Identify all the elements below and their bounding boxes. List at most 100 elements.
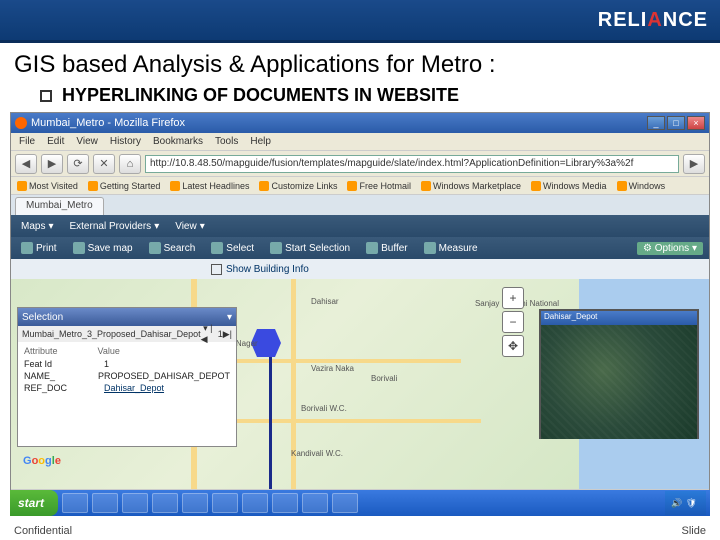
select-button[interactable]: Select (207, 241, 258, 255)
browser-menubar: File Edit View History Bookmarks Tools H… (11, 133, 709, 151)
close-button[interactable]: × (687, 116, 705, 130)
menu-app-view[interactable]: View ▾ (171, 220, 209, 233)
place-label: Dahisar (311, 297, 339, 306)
google-logo: Google (23, 455, 61, 467)
brand-header: RELIANCE (0, 0, 720, 40)
back-button[interactable]: ◀ (15, 154, 37, 174)
zoom-in-button[interactable]: + (502, 287, 524, 309)
slide-bullet-text: HYPERLINKING OF DOCUMENTS IN WEBSITE (62, 85, 459, 106)
place-label: Borivali W.C. (301, 404, 347, 413)
tab-mumbai-metro[interactable]: Mumbai_Metro (15, 197, 104, 215)
show-building-label: Show Building Info (226, 264, 309, 275)
place-label: Vazira Naka (311, 364, 354, 373)
printer-icon (21, 242, 33, 254)
forward-button[interactable]: ▶ (41, 154, 63, 174)
menu-maps[interactable]: Maps ▾ (17, 220, 57, 233)
taskbar-item[interactable] (332, 493, 358, 513)
toggle-row: Show Building Info (11, 259, 709, 279)
menu-tools[interactable]: Tools (215, 136, 238, 147)
pan-button[interactable]: ✥ (502, 335, 524, 357)
place-label: Borivali (371, 374, 397, 383)
slide-title: GIS based Analysis & Applications for Me… (0, 43, 720, 81)
cursor-icon (211, 242, 223, 254)
satellite-overlay[interactable]: Dahisar_Depot (539, 309, 699, 439)
taskbar-item[interactable] (302, 493, 328, 513)
bookmark-icon (170, 181, 180, 191)
window-title: Mumbai_Metro - Mozilla Firefox (31, 117, 185, 129)
bookmark-headlines[interactable]: Latest Headlines (170, 181, 249, 191)
stop-button[interactable]: ✕ (93, 154, 115, 174)
minimize-button[interactable]: _ (647, 116, 665, 130)
print-button[interactable]: Print (17, 241, 61, 255)
options-button[interactable]: ⚙ Options ▾ (637, 242, 703, 255)
taskbar-item[interactable] (212, 493, 238, 513)
tray-icon[interactable]: 🛡 (686, 498, 697, 509)
bookmarks-bar: Most Visited Getting Started Latest Head… (11, 177, 709, 195)
show-building-checkbox[interactable] (211, 264, 222, 275)
bookmark-icon (347, 181, 357, 191)
attr-row: NAME_PROPOSED_DAHISAR_DEPOT (24, 370, 230, 382)
menu-external-providers[interactable]: External Providers ▾ (65, 220, 163, 233)
bookmark-hotmail[interactable]: Free Hotmail (347, 181, 411, 191)
attr-row: REF_DOCDahisar_Depot (24, 382, 230, 394)
home-button[interactable]: ⌂ (119, 154, 141, 174)
taskbar-item[interactable] (62, 493, 88, 513)
selection-panel: Selection ▾ Mumbai_Metro_3_Proposed_Dahi… (17, 307, 237, 447)
firefox-icon (15, 117, 27, 129)
reload-button[interactable]: ⟳ (67, 154, 89, 174)
menu-view[interactable]: View (76, 136, 98, 147)
bookmark-marketplace[interactable]: Windows Marketplace (421, 181, 521, 191)
maximize-button[interactable]: □ (667, 116, 685, 130)
url-input[interactable]: http://10.8.48.50/mapguide/fusion/templa… (145, 155, 679, 173)
ruler-icon (424, 242, 436, 254)
tray-icon[interactable]: 🔊 (671, 498, 682, 509)
save-map-button[interactable]: Save map (69, 241, 137, 255)
browser-navbar: ◀ ▶ ⟳ ✕ ⌂ http://10.8.48.50/mapguide/fus… (11, 151, 709, 177)
bookmark-windows[interactable]: Windows (617, 181, 666, 191)
selection-layer-selector[interactable]: Mumbai_Metro_3_Proposed_Dahisar_Depot ▾ … (18, 326, 236, 342)
menu-help[interactable]: Help (250, 136, 271, 147)
map-controls: + − ✥ (502, 287, 524, 357)
go-button[interactable]: ▶ (683, 154, 705, 174)
bookmark-icon (88, 181, 98, 191)
browser-tabs: Mumbai_Metro (11, 195, 709, 215)
zoom-out-button[interactable]: − (502, 311, 524, 333)
app-toolbar: Maps ▾ External Providers ▾ View ▾ (11, 215, 709, 237)
taskbar-item[interactable] (242, 493, 268, 513)
system-tray[interactable]: 🔊 🛡 (665, 491, 706, 515)
taskbar-item[interactable] (182, 493, 208, 513)
bookmark-icon (421, 181, 431, 191)
bookmark-icon (259, 181, 269, 191)
start-button[interactable]: start (10, 490, 58, 516)
taskbar-item[interactable] (92, 493, 118, 513)
menu-file[interactable]: File (19, 136, 35, 147)
buffer-icon (366, 242, 378, 254)
map-canvas[interactable]: Dahisar Shanti Nagar Vazira Naka Borival… (11, 279, 709, 489)
windows-taskbar: start 🔊 🛡 (10, 490, 710, 516)
brand-logo: RELIANCE (598, 9, 708, 32)
place-label: Kandivali W.C. (291, 449, 343, 458)
measure-button[interactable]: Measure (420, 241, 482, 255)
window-titlebar[interactable]: Mumbai_Metro - Mozilla Firefox _ □ × (11, 113, 709, 133)
taskbar-item[interactable] (272, 493, 298, 513)
browser-window: Mumbai_Metro - Mozilla Firefox _ □ × Fil… (10, 112, 710, 492)
disk-icon (73, 242, 85, 254)
search-button[interactable]: Search (145, 241, 200, 255)
panel-collapse-icon[interactable]: ▾ (227, 312, 232, 323)
footer-left: Confidential (14, 525, 72, 537)
bookmark-most-visited[interactable]: Most Visited (17, 181, 78, 191)
attr-row: Feat Id1 (24, 358, 230, 370)
bookmark-media[interactable]: Windows Media (531, 181, 607, 191)
bookmark-customize[interactable]: Customize Links (259, 181, 337, 191)
taskbar-item[interactable] (122, 493, 148, 513)
bookmark-getting-started[interactable]: Getting Started (88, 181, 161, 191)
menu-history[interactable]: History (110, 136, 141, 147)
satellite-image (541, 325, 697, 439)
search-icon (149, 242, 161, 254)
slide-bullet-row: HYPERLINKING OF DOCUMENTS IN WEBSITE (0, 81, 720, 112)
start-selection-button[interactable]: Start Selection (266, 241, 354, 255)
taskbar-item[interactable] (152, 493, 178, 513)
menu-edit[interactable]: Edit (47, 136, 64, 147)
buffer-button[interactable]: Buffer (362, 241, 412, 255)
menu-bookmarks[interactable]: Bookmarks (153, 136, 203, 147)
